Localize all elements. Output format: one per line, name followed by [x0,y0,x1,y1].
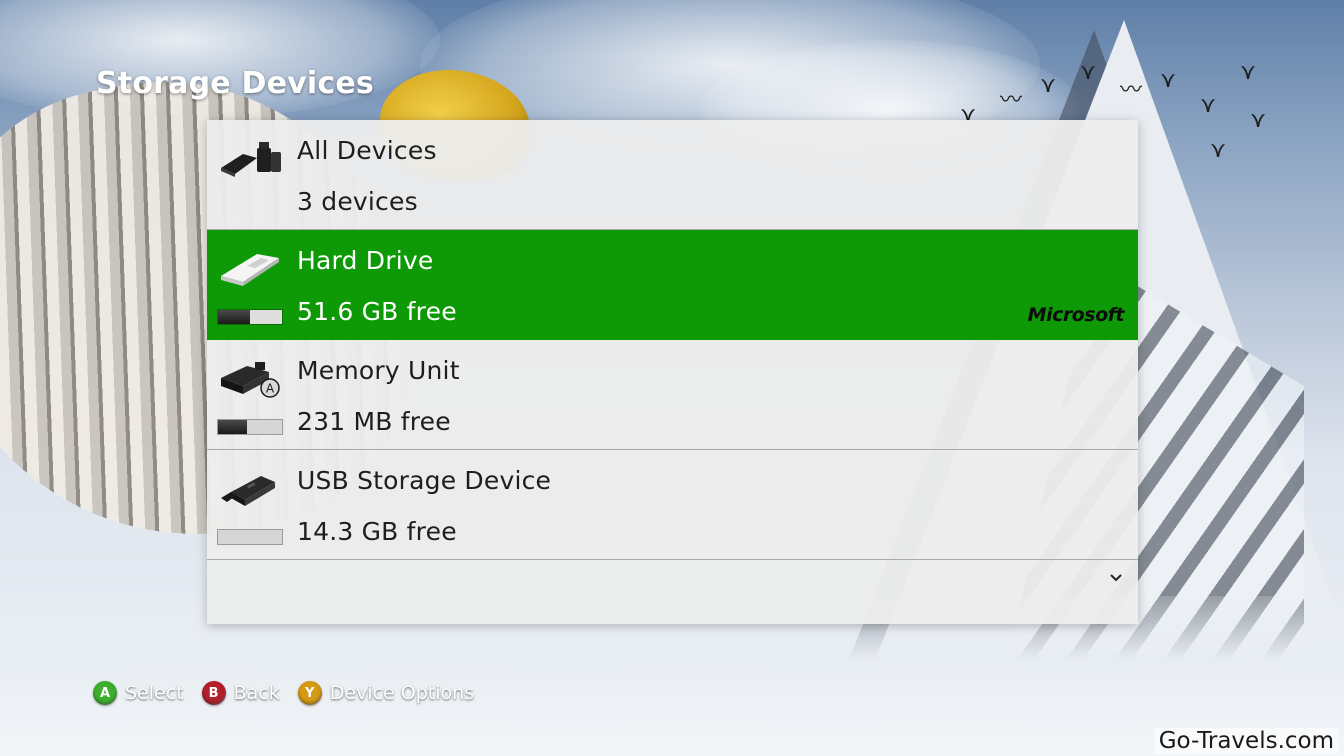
device-name: Hard Drive [297,246,434,275]
device-options-hint[interactable]: Y Device Options [297,681,475,705]
memory-unit-badge: A [266,382,275,396]
memory-unit-icon: A [221,362,280,398]
hint-label: Select [125,682,184,704]
page-title: Storage Devices [96,66,374,101]
device-row-all-devices[interactable]: All Devices 3 devices [207,120,1138,230]
device-detail: 3 devices [297,187,418,216]
device-detail: 14.3 GB free [297,517,457,546]
microsoft-logo: Microsoft [1027,304,1125,326]
device-row-memory-unit[interactable]: A Memory Unit 231 MB free [207,340,1138,450]
device-detail: 231 MB free [297,407,451,436]
device-name: All Devices [297,136,437,165]
free-space-gauge [217,309,283,325]
hint-label: Back [233,682,280,704]
select-hint[interactable]: A Select [93,681,184,705]
controller-hints: A Select B Back Y Device Options [93,681,492,705]
usb-storage-icon [221,476,275,506]
device-row-usb-storage[interactable]: USB Storage Device 14.3 GB free [207,450,1138,560]
free-space-gauge [217,419,283,435]
device-detail: 51.6 GB free [297,297,457,326]
storage-device-list: All Devices 3 devices Hard Drive 51.6 GB… [207,120,1138,624]
device-name: USB Storage Device [297,466,552,495]
watermark: Go-Travels.com [1154,728,1338,754]
chevron-down-icon[interactable] [1108,570,1124,586]
free-space-gauge [217,529,283,545]
device-row-hard-drive[interactable]: Hard Drive 51.6 GB free Microsoft [207,230,1138,340]
y-button-icon: Y [297,681,322,705]
hard-drive-icon [221,254,279,286]
device-name: Memory Unit [297,356,460,385]
hint-label: Device Options [329,682,475,704]
all-devices-icon [221,142,281,177]
back-hint[interactable]: B Back [201,681,280,705]
a-button-icon: A [93,681,117,705]
b-button-icon: B [201,681,226,705]
